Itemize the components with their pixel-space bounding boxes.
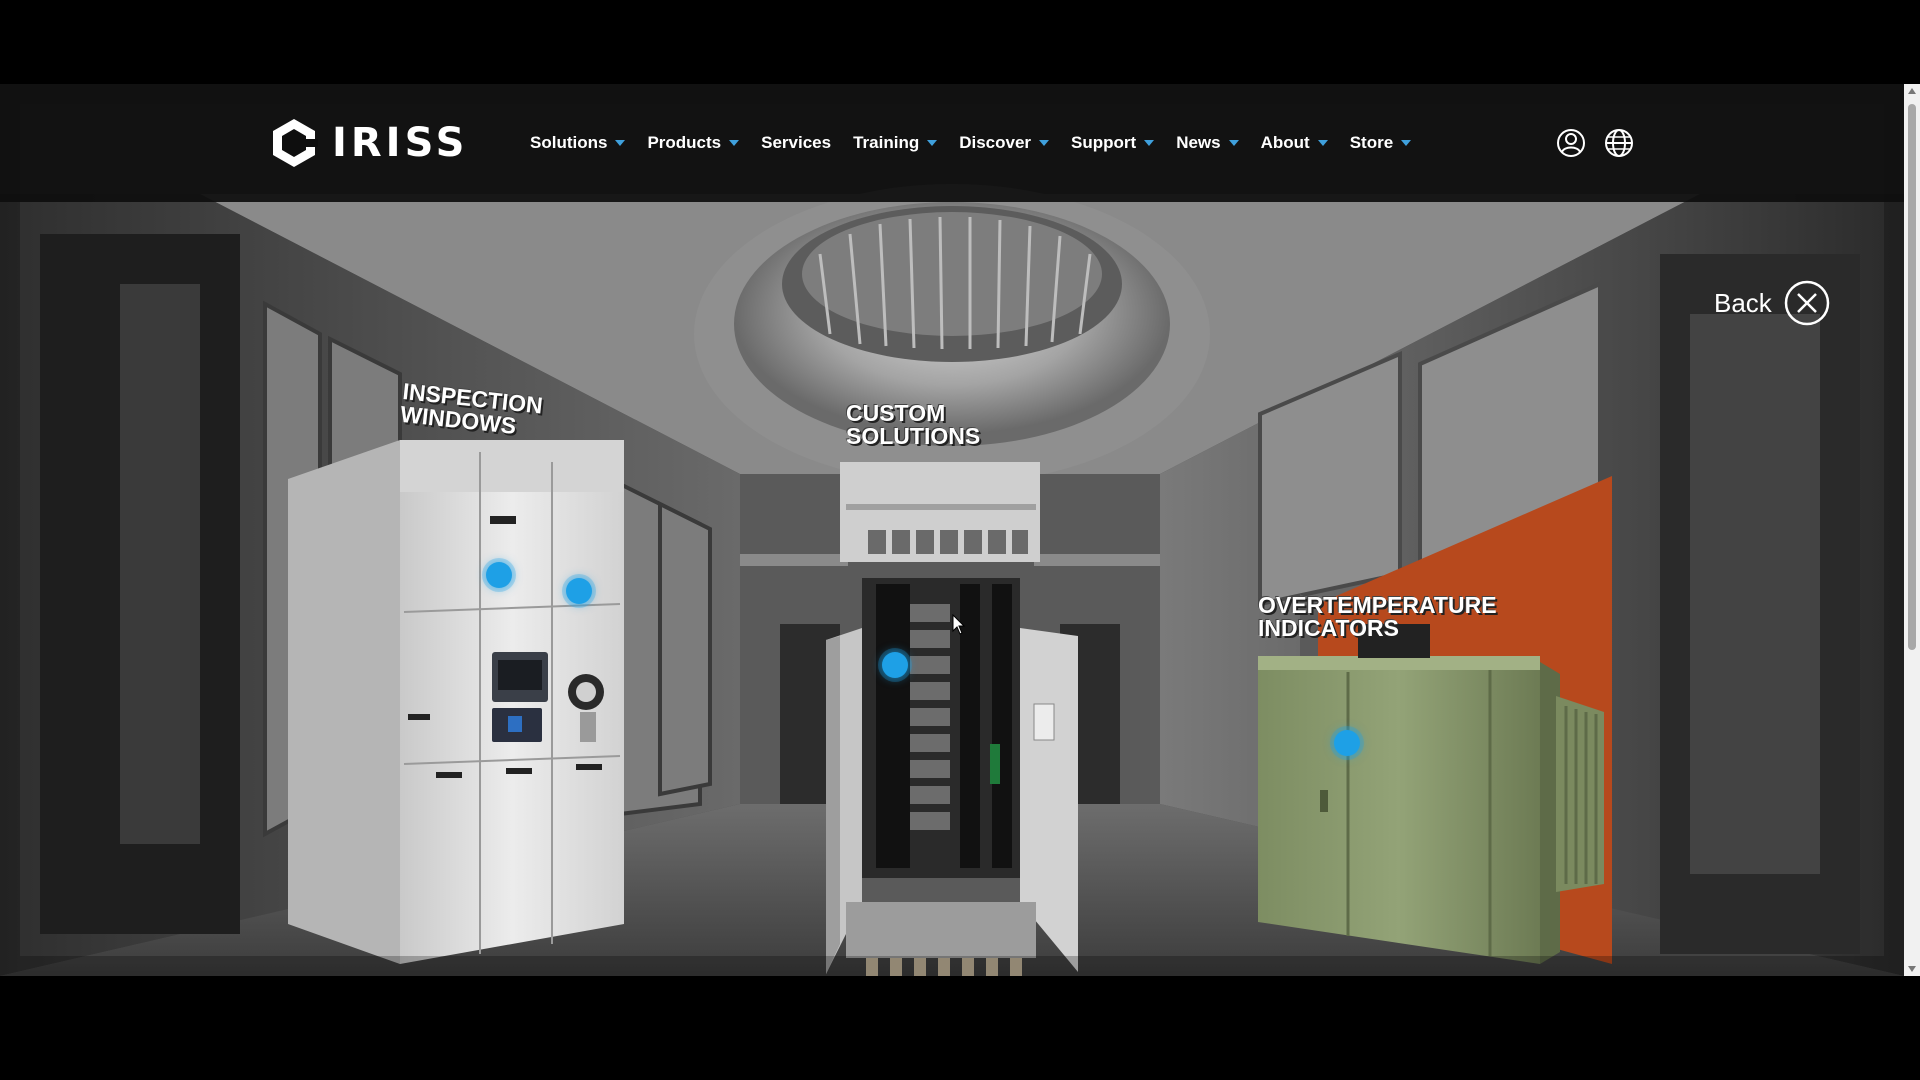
hotspot-inspection-window-2[interactable] — [566, 578, 592, 604]
hotspot-custom-solutions[interactable] — [882, 652, 908, 678]
hall-scene-background — [0, 84, 1904, 976]
globe-language-icon[interactable] — [1604, 128, 1634, 158]
nav-item-news[interactable]: News — [1176, 133, 1239, 153]
label-line: CUSTOM — [846, 400, 946, 426]
chevron-down-icon — [729, 140, 740, 146]
back-button[interactable]: Back — [1714, 280, 1830, 326]
scroll-down-arrow-icon[interactable] — [1908, 966, 1916, 972]
label-line: INDICATORS — [1258, 615, 1399, 641]
nav-item-products[interactable]: Products — [647, 133, 740, 153]
iriss-logo-hexagon-icon — [273, 119, 318, 167]
chevron-down-icon — [1228, 140, 1239, 146]
chevron-down-icon — [1317, 140, 1328, 146]
nav-item-store[interactable]: Store — [1349, 133, 1412, 153]
hotspot-inspection-window-1[interactable] — [486, 562, 512, 588]
nav-item-discover[interactable]: Discover — [959, 133, 1050, 153]
chevron-down-icon — [1401, 140, 1412, 146]
user-account-icon[interactable] — [1556, 128, 1586, 158]
scroll-up-arrow-icon[interactable] — [1908, 88, 1916, 94]
close-circle-icon — [1784, 280, 1830, 326]
chevron-down-icon — [615, 140, 626, 146]
custom-solutions-label[interactable]: CUSTOM SOLUTIONS — [846, 402, 980, 448]
page-scrollbar[interactable] — [1904, 84, 1920, 976]
nav-item-services[interactable]: Services — [761, 133, 831, 153]
browser-viewport: IRISS Solutions Products Services Traini… — [0, 84, 1920, 976]
nav-label: Services — [761, 133, 832, 152]
nav-label: Discover — [959, 133, 1032, 152]
nav-label: Support — [1071, 133, 1137, 152]
logo-text: IRISS — [332, 120, 469, 166]
label-line: OVERTEMPERATURE — [1258, 592, 1497, 618]
mouse-cursor-icon — [952, 614, 966, 635]
nav-item-solutions[interactable]: Solutions — [530, 133, 626, 153]
chevron-down-icon — [1144, 140, 1155, 146]
overtemperature-indicators-label[interactable]: OVERTEMPERATURE INDICATORS — [1258, 594, 1497, 640]
scroll-thumb[interactable] — [1908, 104, 1916, 650]
site-header: IRISS Solutions Products Services Traini… — [0, 84, 1904, 202]
nav-label: Training — [853, 133, 920, 152]
hotspot-overtemperature-indicator[interactable] — [1334, 730, 1360, 756]
header-icons — [1556, 84, 1652, 202]
nav-item-training[interactable]: Training — [853, 133, 938, 153]
iriss-logo[interactable]: IRISS — [270, 116, 468, 170]
nav-label: Store — [1349, 133, 1394, 152]
nav-label: News — [1176, 133, 1221, 152]
nav-item-support[interactable]: Support — [1071, 133, 1155, 153]
chevron-down-icon — [927, 140, 938, 146]
label-line: SOLUTIONS — [846, 423, 981, 449]
main-nav: Solutions Products Services Training Dis… — [530, 84, 1433, 202]
screen: IRISS Solutions Products Services Traini… — [0, 0, 1920, 1080]
nav-label: Solutions — [530, 133, 608, 152]
nav-label: Products — [647, 133, 722, 152]
chevron-down-icon — [1039, 140, 1050, 146]
back-label: Back — [1714, 287, 1772, 318]
nav-item-about[interactable]: About — [1261, 133, 1328, 153]
nav-label: About — [1260, 133, 1310, 152]
